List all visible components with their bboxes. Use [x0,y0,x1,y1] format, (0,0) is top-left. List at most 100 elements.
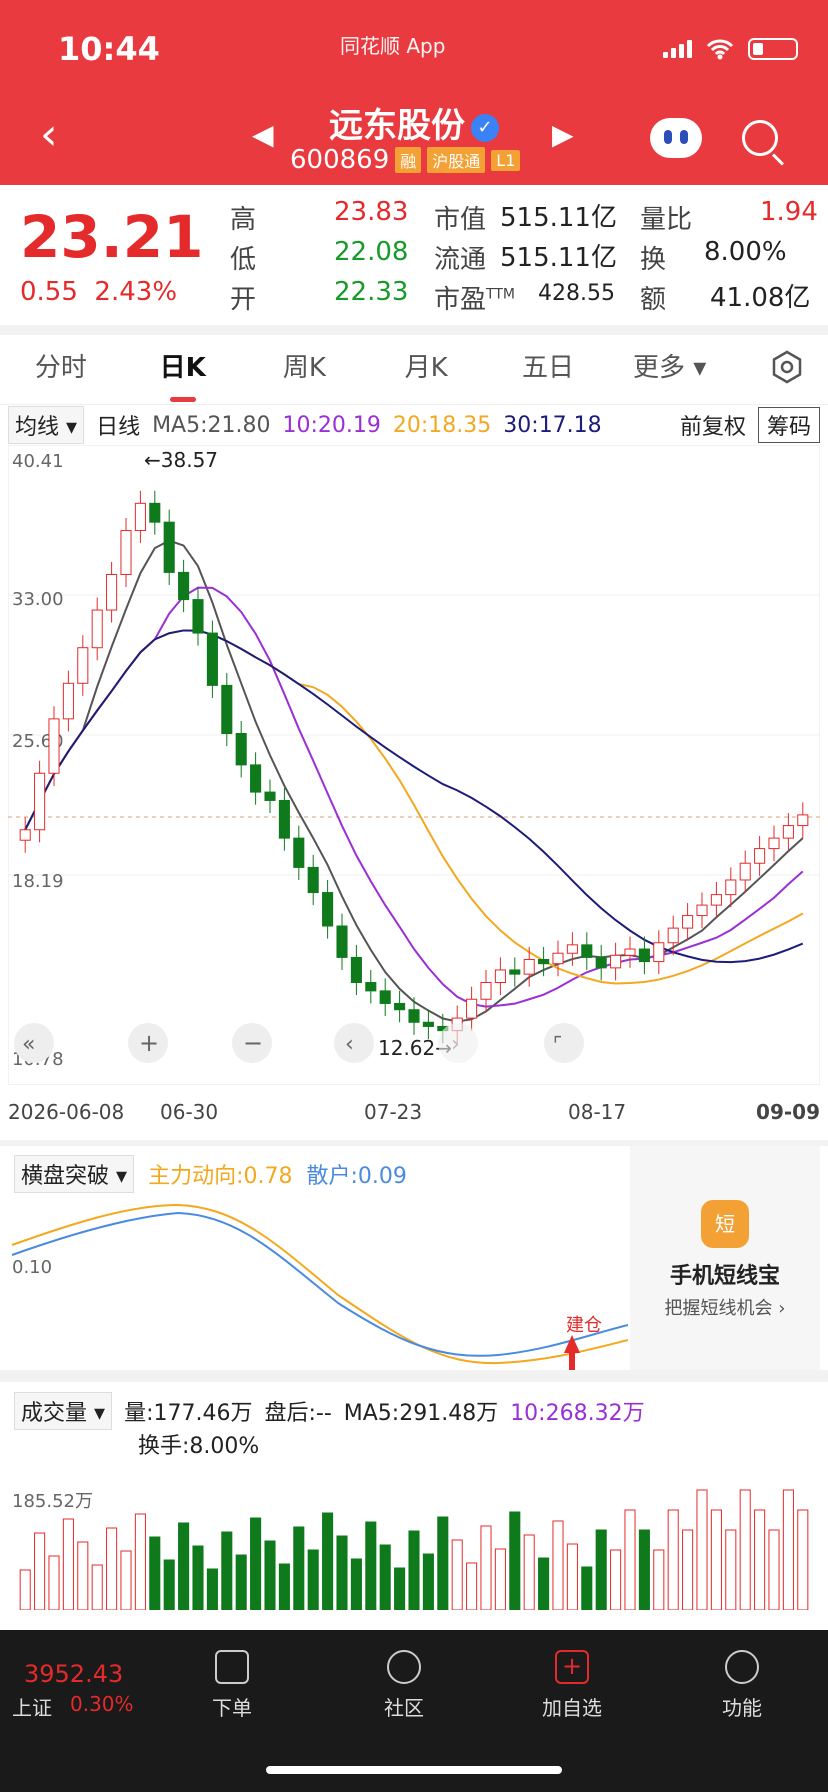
index-value[interactable]: 3952.43 [24,1660,123,1688]
candle [754,848,766,864]
candle [538,958,550,965]
float-label: 流通 [434,245,487,275]
volume-bar [581,1566,593,1610]
candle [134,502,146,532]
short-line-icon: 短 [701,1200,749,1248]
app-label: 同花顺 App [340,34,446,58]
price-change: 0.55 2.43% [20,277,177,307]
vol-ma10: 10:268.32万 [510,1401,645,1426]
tab-weekly-k[interactable]: 周K [244,335,366,404]
candle [106,573,118,611]
next-stock-icon[interactable]: ▶ [552,118,574,151]
mcap-label: 市值 [434,205,487,235]
ad-title: 手机短线宝 [669,1264,780,1289]
ma10-label: 10:20.19 [282,412,381,438]
zoom-in-icon[interactable]: + [139,1029,159,1057]
candle [581,944,593,958]
date-label-3: 07-23 [364,1100,423,1124]
nav-add-watchlist[interactable]: + 加自选 [522,1650,622,1721]
volume-bar [192,1545,204,1610]
candle [682,915,694,929]
search-icon[interactable] [742,120,778,156]
volume-bar [91,1564,103,1610]
chip-button[interactable]: 筹码 [757,407,820,443]
nav-order[interactable]: 下单 [182,1650,282,1721]
volume-bar [48,1555,60,1610]
volume-bar [451,1539,463,1610]
high-value: 23.83 [334,197,409,227]
volume-bar [538,1557,550,1610]
volume-bar [566,1543,578,1610]
stock-name: 远东股份 [329,106,465,146]
candle [221,684,233,735]
volume-select[interactable]: 成交量 ▾ [14,1392,113,1430]
candle [178,571,190,601]
volume-bar [552,1520,564,1610]
y-axis-label-4: 18.19 [12,871,64,892]
volume-bar [307,1549,319,1610]
scroll-right-icon[interactable]: › [451,1032,460,1057]
zoom-out-icon[interactable]: − [243,1029,263,1057]
tag-connect: 沪股通 [427,147,486,173]
settings-hex-icon[interactable] [770,350,804,384]
candle [34,772,46,831]
volume-bar [610,1549,622,1610]
open-label: 开 [230,285,257,315]
candle [336,925,348,958]
date-label-2: 06-30 [160,1100,219,1124]
candle [19,829,31,841]
candle [91,609,103,649]
turnover-value: 8.00% [704,237,787,267]
volume-bar [19,1569,31,1610]
divider-3 [0,1370,828,1382]
volume-value: 量:177.46万 [124,1401,253,1426]
date-label-4: 08-17 [568,1100,627,1124]
volume-y-label: 185.52万 [12,1491,93,1512]
candle [250,764,262,793]
adjust-label[interactable]: 前复权 [680,409,746,441]
candle [365,982,377,992]
volume-bar [739,1489,751,1610]
candle [48,718,60,774]
nav-functions[interactable]: 功能 [692,1650,792,1721]
robot-assistant-icon[interactable] [650,118,702,158]
tab-five-day[interactable]: 五日 [487,335,609,404]
candle [725,879,737,896]
volume-bar [494,1548,506,1610]
tab-intraday[interactable]: 分时 [0,335,122,404]
low-label: 低 [230,245,257,275]
open-value: 22.33 [334,277,409,307]
y-axis-label-1: 40.41 [12,451,64,472]
volume-bar [710,1509,722,1610]
nav-community[interactable]: 社区 [354,1650,454,1721]
pe-value: 428.55 [538,281,615,306]
indicator-select[interactable]: 均线 ▾ [8,406,85,444]
ad-panel[interactable]: 短 手机短线宝 把握短线机会 › [630,1146,820,1370]
scroll-left-icon[interactable]: ‹ [345,1032,354,1057]
candle [595,956,607,969]
vol-ratio-value: 1.94 [760,197,818,227]
low-value: 22.08 [334,237,409,267]
tab-daily-k[interactable]: 日K [122,335,244,404]
ad-subtitle: 把握短线机会 › [664,1298,786,1319]
tab-monthly-k[interactable]: 月K [365,335,487,404]
candle [307,866,319,894]
candle [149,502,161,523]
mcap-value: 515.11亿 [500,203,617,233]
volume-bar [466,1562,478,1610]
top-header: 10:44 同花顺 App ‹ ◀ 远东股份 ✓ 600869 融 沪股通 L1 … [0,0,828,185]
volume-bar [264,1540,276,1610]
candle [509,969,521,975]
volume-bar [682,1529,694,1610]
fullscreen-icon[interactable]: ⌜ [553,1032,562,1056]
candlestick-chart[interactable]: 40.41 33.00 25.60 18.19 10.78 ←38.57 12.… [8,445,820,1085]
volume-bar [62,1518,74,1610]
volume-bar [235,1554,247,1610]
candle [62,682,74,720]
volume-bar [365,1521,377,1610]
candle [523,958,535,975]
date-label-5: 09-09 [756,1100,820,1124]
rewind-icon[interactable]: « [22,1032,35,1057]
tab-more[interactable]: 更多 ▾ [609,335,731,404]
candle [739,862,751,881]
